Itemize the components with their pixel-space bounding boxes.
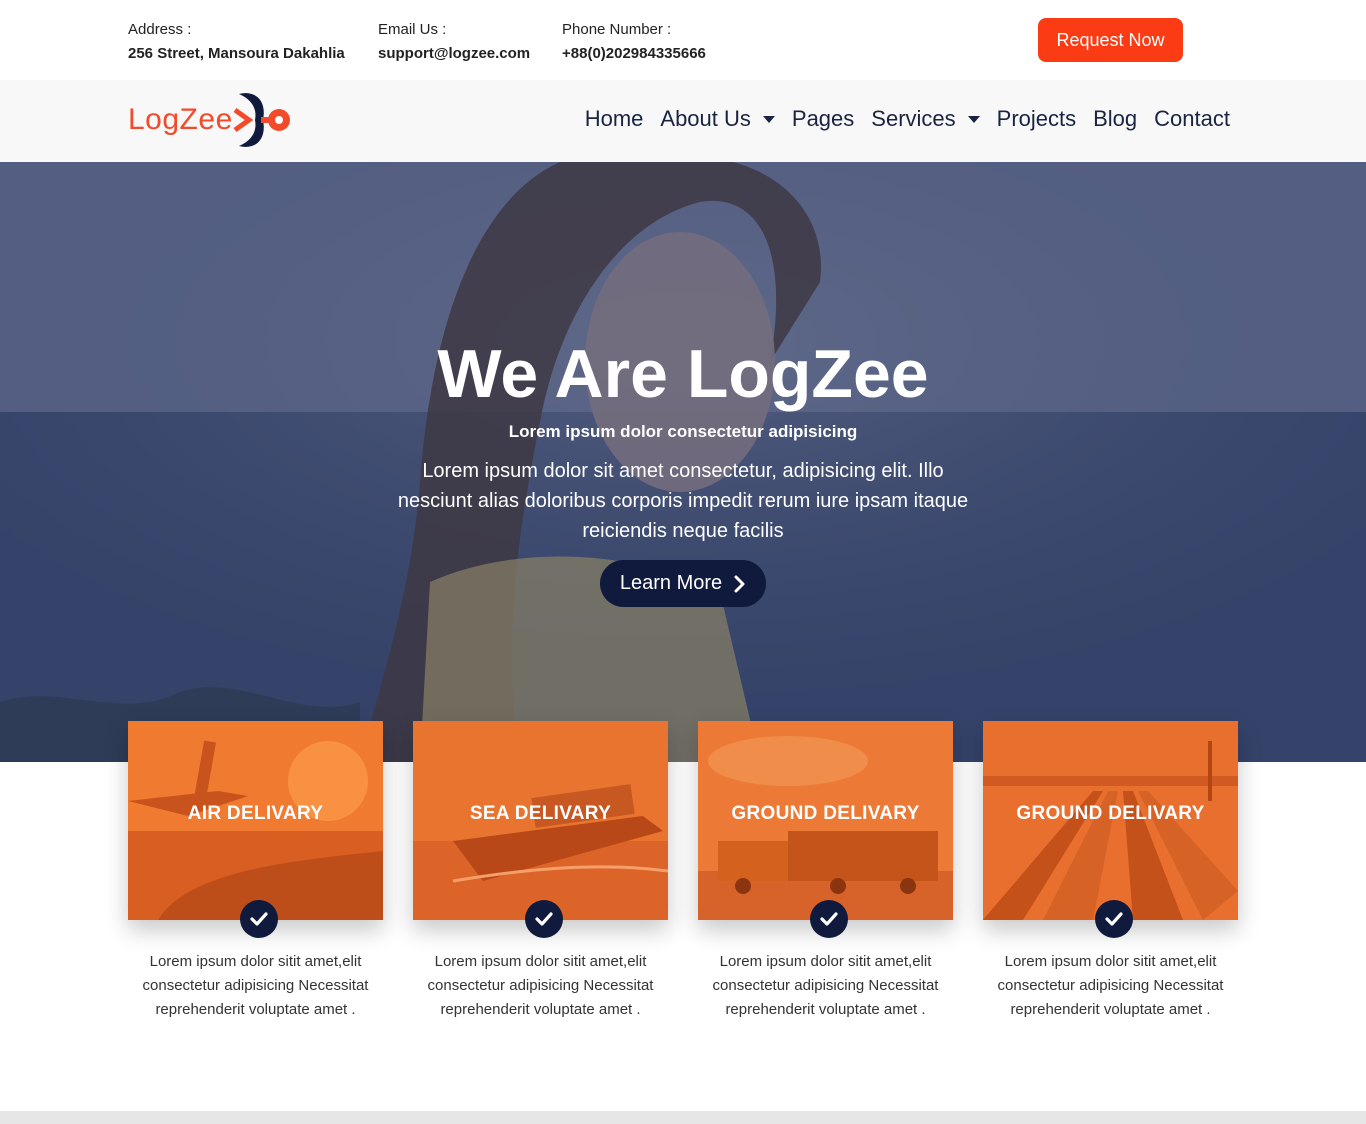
logo-text: LogZee (128, 103, 233, 136)
service-card-air[interactable]: AIR DELIVARY Lorem ipsum dolor sitit ame… (128, 721, 383, 1022)
top-info-bar: Address : 256 Street, Mansoura Dakahlia … (0, 0, 1366, 80)
check-icon (1095, 900, 1133, 938)
card-description: Lorem ipsum dolor sitit amet,elit consec… (427, 953, 654, 1018)
caret-down-icon (762, 115, 775, 123)
nav-blog[interactable]: Blog (1093, 106, 1137, 132)
footer-strip (0, 1111, 1366, 1124)
card-title: AIR DELIVARY (187, 803, 324, 824)
learn-more-label: Learn More (619, 572, 723, 594)
nav-contact-label: Contact (1154, 106, 1230, 131)
phone-label: Phone Number : (562, 21, 672, 38)
address-value: 256 Street, Mansoura Dakahlia (128, 45, 345, 62)
email-info: Email Us : support@logzee.com (378, 18, 530, 66)
card-image: GROUND DELIVARY (983, 721, 1238, 920)
nav-home-label: Home (584, 106, 644, 131)
email-label: Email Us : (378, 21, 447, 38)
chevron-right-icon (734, 575, 745, 592)
service-card-sea[interactable]: SEA DELIVARY Lorem ipsum dolor sitit ame… (413, 721, 668, 1022)
check-icon (240, 900, 278, 938)
card-image: GROUND DELIVARY (698, 721, 953, 920)
check-icon (525, 900, 563, 938)
logo-mark-icon (233, 93, 290, 147)
nav-pages-label: Pages (791, 106, 855, 131)
nav-pages[interactable]: Pages (792, 106, 854, 132)
nav-about-us[interactable]: About Us (660, 106, 775, 132)
hero-content: We Are LogZee Lorem ipsum dolor consecte… (383, 334, 983, 607)
main-nav: Home About Us Pages Services Projects Bl… (585, 106, 1230, 132)
card-description: Lorem ipsum dolor sitit amet,elit consec… (997, 953, 1224, 1018)
address-info: Address : 256 Street, Mansoura Dakahlia (128, 18, 345, 66)
hero-subtitle: Lorem ipsum dolor consectetur adipisicin… (508, 422, 858, 441)
logo[interactable]: LogZee (128, 90, 291, 150)
nav-projects[interactable]: Projects (997, 106, 1076, 132)
check-icon (810, 900, 848, 938)
navbar: LogZee Home About Us Pages Services Proj… (0, 80, 1366, 162)
learn-more-button[interactable]: Learn More (600, 560, 766, 607)
phone-link[interactable]: +88(0)202984335666 (562, 42, 706, 66)
card-image: SEA DELIVARY (413, 721, 668, 920)
nav-services[interactable]: Services (871, 106, 980, 132)
nav-blog-label: Blog (1093, 106, 1138, 131)
card-title: GROUND DELIVARY (1016, 803, 1205, 824)
card-title: GROUND DELIVARY (731, 803, 920, 824)
nav-about-label: About Us (660, 106, 751, 131)
hero-text: Lorem ipsum dolor sit amet consectetur, … (397, 460, 969, 542)
card-description: Lorem ipsum dolor sitit amet,elit consec… (712, 953, 939, 1018)
nav-home[interactable]: Home (585, 106, 644, 132)
address-label: Address : (128, 21, 192, 38)
nav-services-label: Services (871, 106, 956, 131)
services-cards: AIR DELIVARY Lorem ipsum dolor sitit ame… (128, 721, 1238, 1041)
phone-info: Phone Number : +88(0)202984335666 (562, 18, 706, 66)
hero-title: We Are LogZee (437, 336, 929, 412)
card-image: AIR DELIVARY (128, 721, 383, 920)
service-card-ground[interactable]: GROUND DELIVARY Lorem ipsum dolor sitit … (698, 721, 953, 1022)
nav-contact[interactable]: Contact (1154, 106, 1230, 132)
email-link[interactable]: support@logzee.com (378, 42, 530, 66)
hero-section: We Are LogZee Lorem ipsum dolor consecte… (0, 162, 1366, 762)
card-description: Lorem ipsum dolor sitit amet,elit consec… (142, 953, 369, 1018)
card-title: SEA DELIVARY (469, 803, 612, 824)
request-now-button[interactable]: Request Now (1038, 18, 1183, 62)
nav-projects-label: Projects (996, 106, 1077, 131)
service-card-rail[interactable]: GROUND DELIVARY Lorem ipsum dolor sitit … (983, 721, 1238, 1022)
caret-down-icon (967, 115, 980, 123)
